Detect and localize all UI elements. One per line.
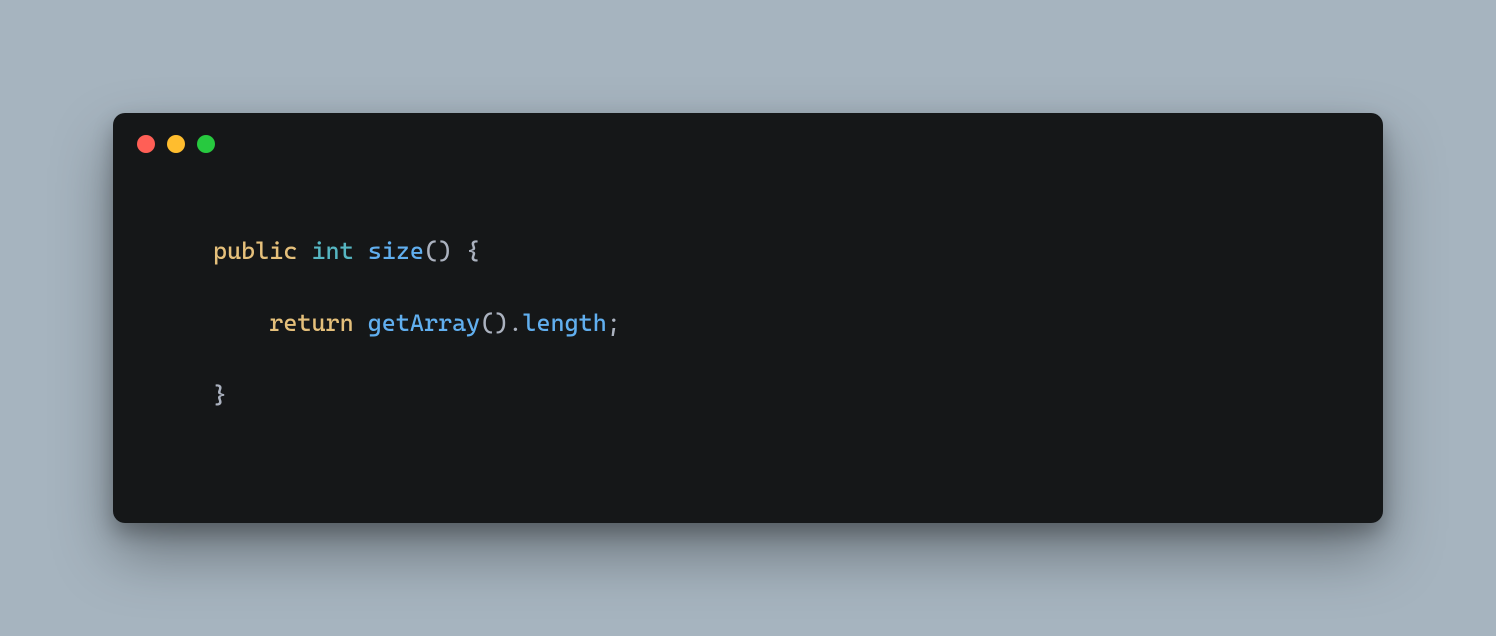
code-line: public int size() { bbox=[213, 233, 1343, 269]
minimize-icon[interactable] bbox=[167, 135, 185, 153]
maximize-icon[interactable] bbox=[197, 135, 215, 153]
close-brace: } bbox=[213, 381, 227, 409]
func-size: size bbox=[368, 237, 424, 265]
punct: () bbox=[480, 309, 508, 337]
titlebar bbox=[113, 113, 1383, 153]
code-line: } bbox=[213, 377, 1343, 413]
keyword-public: public bbox=[213, 237, 297, 265]
code-window: public int size() { return getArray().le… bbox=[113, 113, 1383, 523]
code-area: public int size() { return getArray().le… bbox=[113, 153, 1383, 453]
punct: ; bbox=[607, 309, 621, 337]
code-line bbox=[213, 269, 1343, 305]
punct: . bbox=[508, 309, 522, 337]
close-icon[interactable] bbox=[137, 135, 155, 153]
type-int: int bbox=[311, 237, 353, 265]
prop-length: length bbox=[522, 309, 606, 337]
keyword-return: return bbox=[269, 309, 353, 337]
punct: () { bbox=[424, 237, 480, 265]
code-line bbox=[213, 341, 1343, 377]
code-line: return getArray().length; bbox=[213, 305, 1343, 341]
func-getArray: getArray bbox=[368, 309, 481, 337]
